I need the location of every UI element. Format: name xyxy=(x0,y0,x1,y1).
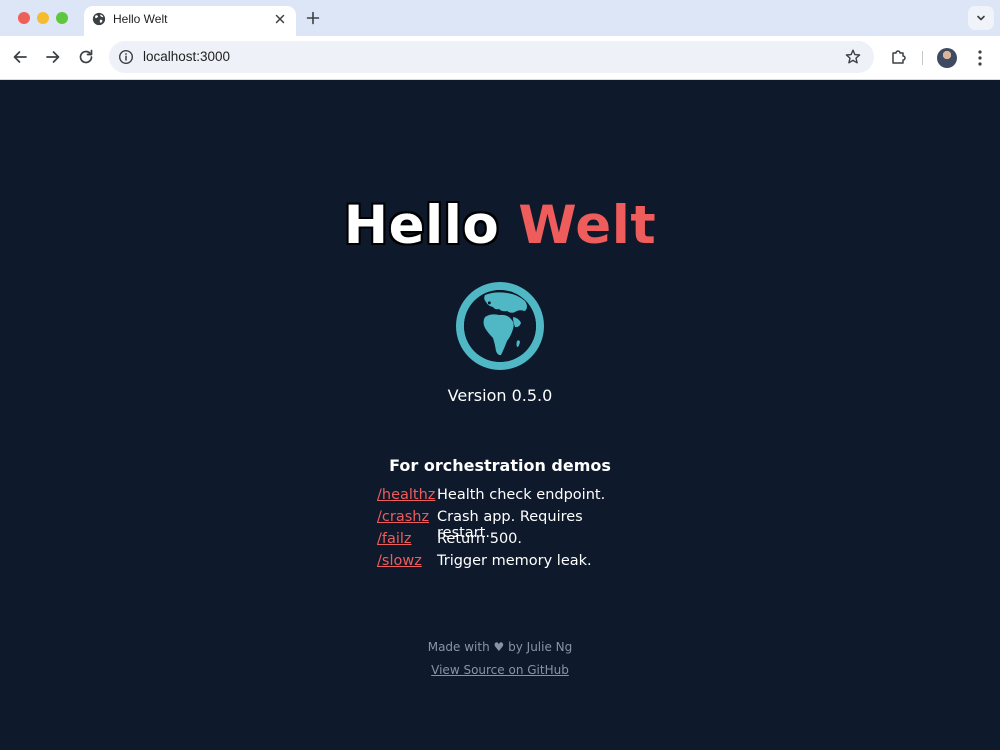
page-title: Hello Welt xyxy=(0,199,1000,252)
link-description: Health check endpoint. xyxy=(437,487,606,503)
demos-heading: For orchestration demos xyxy=(389,456,611,475)
version-label: Version 0.5.0 xyxy=(447,386,553,405)
tab-search-button[interactable] xyxy=(968,6,994,30)
crashz-link[interactable]: /crashz xyxy=(377,509,429,525)
title-welt: Welt xyxy=(518,195,657,256)
browser-toolbar: localhost:3000 xyxy=(0,36,1000,80)
earth-globe-icon xyxy=(456,282,544,370)
close-window-button[interactable] xyxy=(18,12,30,24)
forward-arrow-icon[interactable] xyxy=(43,47,63,67)
footer-source: View Source on GitHub xyxy=(0,663,1000,677)
link-description: Return 500. xyxy=(437,531,523,547)
failz-link[interactable]: /failz xyxy=(377,531,412,547)
maximize-window-button[interactable] xyxy=(56,12,68,24)
chevron-down-icon xyxy=(977,15,985,21)
address-bar[interactable]: localhost:3000 xyxy=(109,41,874,73)
tab-title: Hello Welt xyxy=(113,12,168,26)
bookmark-star-icon[interactable] xyxy=(844,48,862,66)
extensions-puzzle-icon[interactable] xyxy=(889,47,909,67)
demo-links-list: /healthz Health check endpoint. /crashz … xyxy=(377,485,637,573)
close-tab-icon[interactable] xyxy=(273,12,287,26)
more-menu-icon[interactable] xyxy=(972,48,988,68)
list-item: /failz Return 500. xyxy=(377,529,637,551)
reload-icon[interactable] xyxy=(76,47,96,67)
list-item: /crashz Crash app. Requires restart. xyxy=(377,507,637,541)
footer-made-suffix: by Julie Ng xyxy=(508,640,573,654)
profile-avatar[interactable] xyxy=(937,48,957,68)
back-arrow-icon[interactable] xyxy=(10,47,30,67)
slowz-link[interactable]: /slowz xyxy=(377,553,422,569)
browser-tab-bar: Hello Welt xyxy=(0,0,1000,36)
url-text[interactable]: localhost:3000 xyxy=(143,49,230,64)
title-hello: Hello xyxy=(343,195,500,256)
browser-tab[interactable]: Hello Welt xyxy=(84,6,296,36)
healthz-link[interactable]: /healthz xyxy=(377,487,435,503)
view-source-link[interactable]: View Source on GitHub xyxy=(431,663,569,677)
site-info-icon[interactable] xyxy=(118,49,134,65)
list-item: /slowz Trigger memory leak. xyxy=(377,551,637,573)
footer-made-prefix: Made with xyxy=(427,640,490,654)
toolbar-divider xyxy=(922,51,923,65)
minimize-window-button[interactable] xyxy=(37,12,49,24)
heart-icon: ♥ xyxy=(493,640,505,654)
list-item: /healthz Health check endpoint. xyxy=(377,485,637,507)
page-content: Hello Welt Version 0.5.0 For orchestrati… xyxy=(0,80,1000,750)
link-description: Trigger memory leak. xyxy=(437,553,592,569)
footer-credit: Made with ♥ by Julie Ng xyxy=(0,640,1000,654)
globe-icon xyxy=(92,12,106,26)
new-tab-icon[interactable] xyxy=(305,10,321,26)
